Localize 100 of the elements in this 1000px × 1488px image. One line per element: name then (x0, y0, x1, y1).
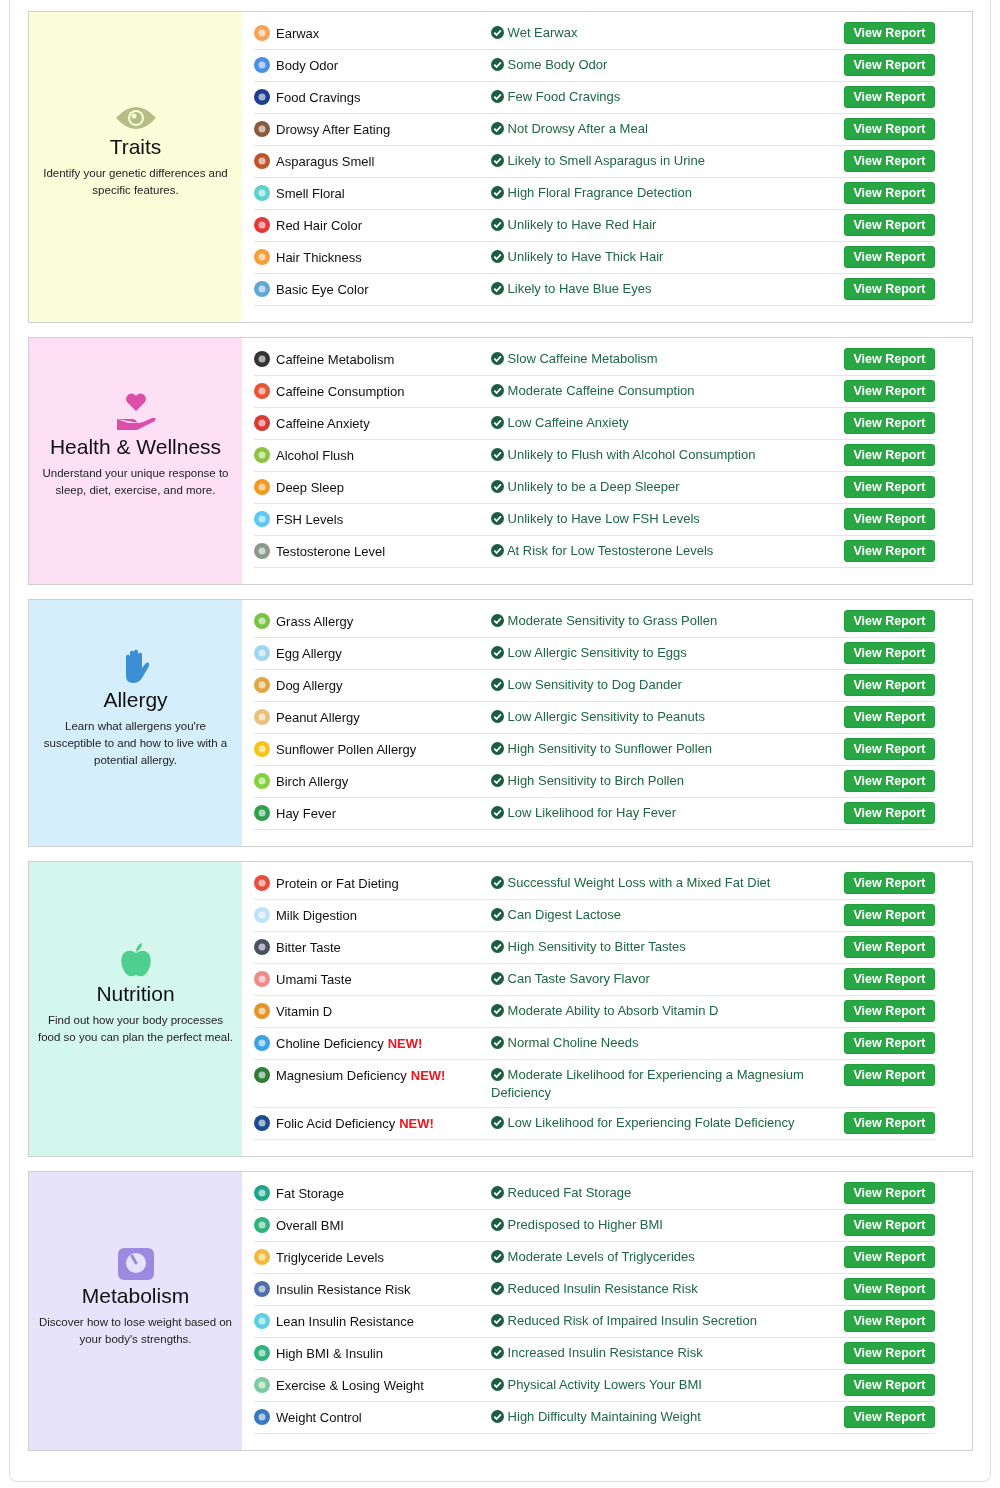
report-name: Asparagus Smell (276, 153, 375, 169)
view-report-button[interactable]: View Report (844, 802, 935, 824)
report-result: Unlikely to Have Thick Hair (491, 248, 844, 266)
report-result: Moderate Ability to Absorb Vitamin D (491, 1002, 844, 1020)
category-title: Metabolism (81, 1284, 190, 1308)
report-name: Umami Taste (276, 971, 352, 987)
report-name: Fat Storage (276, 1185, 344, 1201)
report-name: Protein or Fat Dieting (276, 875, 399, 891)
report-name: Caffeine Consumption (276, 383, 405, 399)
report-name: Caffeine Metabolism (276, 351, 395, 367)
report-name: High BMI & Insulin (276, 1345, 383, 1361)
report-result: Unlikely to Flush with Alcohol Consumption (491, 446, 844, 464)
view-report-button[interactable]: View Report (844, 1032, 935, 1054)
report-name: Food Cravings (276, 89, 361, 105)
category-title: Nutrition (96, 982, 175, 1006)
category-description: Identify your genetic differences and specific features. (42, 166, 229, 198)
report-result: Unlikely to be a Deep Sleeper (491, 478, 844, 496)
report-name: Peanut Allergy (276, 709, 360, 725)
view-report-button[interactable]: View Report (844, 1182, 935, 1204)
report-name: Overall BMI (276, 1217, 344, 1233)
view-report-button[interactable]: View Report (844, 54, 935, 76)
report-result: Some Body Odor (491, 56, 844, 74)
view-report-button[interactable]: View Report (844, 738, 935, 760)
report-name: Folic Acid Deficiency (276, 1115, 396, 1131)
view-report-button[interactable]: View Report (844, 476, 935, 498)
report-name: Grass Allergy (276, 613, 354, 629)
report-result: Low Caffeine Anxiety (491, 414, 844, 432)
report-result: High Floral Fragrance Detection (491, 184, 844, 202)
report-result: Moderate Levels of Triglycerides (491, 1248, 844, 1266)
view-report-button[interactable]: View Report (844, 118, 935, 140)
category-description: Discover how to lose weight based on your body's strengths. (37, 1315, 234, 1347)
report-name: Hair Thickness (276, 249, 362, 265)
view-report-button[interactable]: View Report (844, 1278, 935, 1300)
view-report-button[interactable]: View Report (844, 348, 935, 370)
view-report-button[interactable]: View Report (844, 1406, 935, 1428)
report-result: Few Food Cravings (491, 88, 844, 106)
report-result: Low Likelihood for Hay Fever (491, 804, 844, 822)
report-name: Triglyceride Levels (276, 1249, 384, 1265)
view-report-button[interactable]: View Report (844, 278, 935, 300)
report-result: High Sensitivity to Birch Pollen (491, 772, 844, 790)
view-report-button[interactable]: View Report (844, 968, 935, 990)
view-report-button[interactable]: View Report (844, 770, 935, 792)
report-name: Hay Fever (276, 805, 336, 821)
view-report-button[interactable]: View Report (844, 214, 935, 236)
view-report-button[interactable]: View Report (844, 936, 935, 958)
report-name: Body Odor (276, 57, 339, 73)
report-result: Can Digest Lactose (491, 906, 844, 924)
report-name: Red Hair Color (276, 217, 362, 233)
report-name: Basic Eye Color (276, 281, 369, 297)
view-report-button[interactable]: View Report (844, 872, 935, 894)
report-name: Insulin Resistance Risk (276, 1281, 411, 1297)
report-name: Weight Control (276, 1409, 362, 1425)
view-report-button[interactable]: View Report (844, 642, 935, 664)
report-result: Low Allergic Sensitivity to Eggs (491, 644, 844, 662)
category-title: Traits (109, 135, 162, 159)
view-report-button[interactable]: View Report (844, 508, 935, 530)
view-report-button[interactable]: View Report (844, 1310, 935, 1332)
report-name: Choline Deficiency (276, 1035, 384, 1051)
view-report-button[interactable]: View Report (844, 904, 935, 926)
report-name: Egg Allergy (276, 645, 342, 661)
view-report-button[interactable]: View Report (844, 380, 935, 402)
view-report-button[interactable]: View Report (844, 412, 935, 434)
view-report-button[interactable]: View Report (844, 1064, 935, 1086)
report-name: Vitamin D (276, 1003, 333, 1019)
report-name: Earwax (276, 25, 320, 41)
category-title: Health & Wellness (49, 435, 222, 459)
view-report-button[interactable]: View Report (844, 706, 935, 728)
report-name: Drowsy After Eating (276, 121, 391, 137)
view-report-button[interactable]: View Report (844, 182, 935, 204)
new-label: NEW! (399, 1115, 434, 1131)
report-name: Caffeine Anxiety (276, 415, 370, 431)
report-result: Likely to Have Blue Eyes (491, 280, 844, 298)
view-report-button[interactable]: View Report (844, 1000, 935, 1022)
report-name: Exercise & Losing Weight (276, 1377, 424, 1393)
view-report-button[interactable]: View Report (844, 22, 935, 44)
view-report-button[interactable]: View Report (844, 150, 935, 172)
category-description: Learn what allergens you're susceptible to and how to live with a potential allergy. (42, 718, 229, 768)
view-report-button[interactable]: View Report (844, 86, 935, 108)
report-result: High Sensitivity to Bitter Tastes (491, 938, 844, 956)
report-result: Moderate Sensitivity to Grass Pollen (491, 612, 844, 630)
category-description: Find out how your body processes food so you can plan the perfect meal. (37, 1013, 234, 1045)
view-report-button[interactable]: View Report (844, 1246, 935, 1268)
view-report-button[interactable]: View Report (844, 540, 935, 562)
view-report-button[interactable]: View Report (844, 1214, 935, 1236)
report-name: Sunflower Pollen Allergy (276, 741, 417, 757)
view-report-button[interactable]: View Report (844, 674, 935, 696)
report-result: High Difficulty Maintaining Weight (491, 1408, 844, 1426)
report-result: Low Allergic Sensitivity to Peanuts (491, 708, 844, 726)
view-report-button[interactable]: View Report (844, 610, 935, 632)
view-report-button[interactable]: View Report (844, 1374, 935, 1396)
view-report-button[interactable]: View Report (844, 246, 935, 268)
view-report-button[interactable]: View Report (844, 1342, 935, 1364)
new-label: NEW! (410, 1067, 446, 1083)
report-result: Increased Insulin Resistance Risk (491, 1344, 844, 1362)
category-description: Understand your unique response to sleep, diet, exercise, and more. (41, 466, 230, 498)
report-name: Deep Sleep (276, 479, 344, 495)
view-report-button[interactable]: View Report (844, 444, 935, 466)
report-name: Magnesium Deficiency (276, 1067, 407, 1083)
report-result: Wet Earwax (491, 24, 844, 42)
view-report-button[interactable]: View Report (844, 1112, 935, 1134)
